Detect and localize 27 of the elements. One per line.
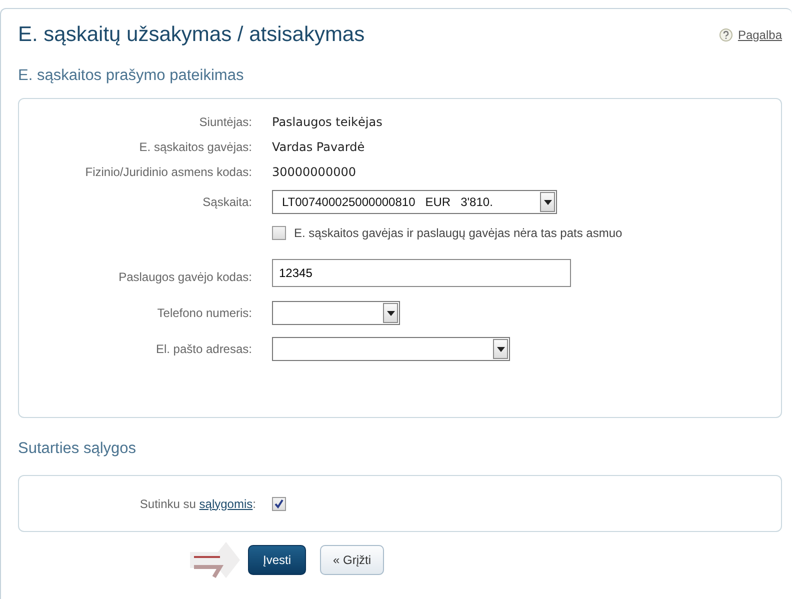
input-field[interactable]: 12345 <box>272 259 571 287</box>
submit-button[interactable]: Įvesti <box>248 545 306 575</box>
agree-label: Sutinku su sąlygomis: <box>138 496 257 510</box>
checkbox[interactable] <box>272 496 286 510</box>
dropdown[interactable]: LT007400025000000810 EUR 3'810. <box>272 190 557 214</box>
field-label: Telefono numeris: <box>156 306 253 320</box>
field-value: 30000000000 <box>272 164 356 178</box>
dropdown[interactable] <box>272 337 510 361</box>
arrow-icon <box>188 540 242 580</box>
section-heading: Sutarties sąlygos <box>18 440 138 458</box>
field-label: Fizinio/Juridinio asmens kodas: <box>84 164 253 178</box>
field-value: Paslaugos teikėjas <box>272 114 382 128</box>
section-heading: E. sąskaitos prašymo pateikimas <box>18 67 245 85</box>
dropdown[interactable] <box>272 301 400 325</box>
help-icon <box>718 28 733 42</box>
field-label: Siuntėjas: <box>198 114 253 128</box>
field-label: El. pašto adresas: <box>154 342 253 356</box>
field-label: Sąskaita: <box>202 195 253 209</box>
field-label: E. sąskaitos gavėjas: <box>138 140 253 154</box>
help-link[interactable]: Pagalba <box>718 28 782 42</box>
terms-link[interactable]: sąlygomis <box>199 496 253 510</box>
checkbox[interactable] <box>272 226 286 240</box>
checkbox-label: E. sąskaitos gavėjas ir paslaugų gavėjas nėra tas pats asmuo <box>294 226 622 240</box>
field-label: Paslaugos gavėjo kodas: <box>118 270 253 284</box>
page-title: E. sąskaitų užsakymas / atsisakymas <box>18 23 365 47</box>
field-value: Vardas Pavardė <box>272 140 365 154</box>
back-button[interactable]: « Grįžti <box>320 545 384 575</box>
